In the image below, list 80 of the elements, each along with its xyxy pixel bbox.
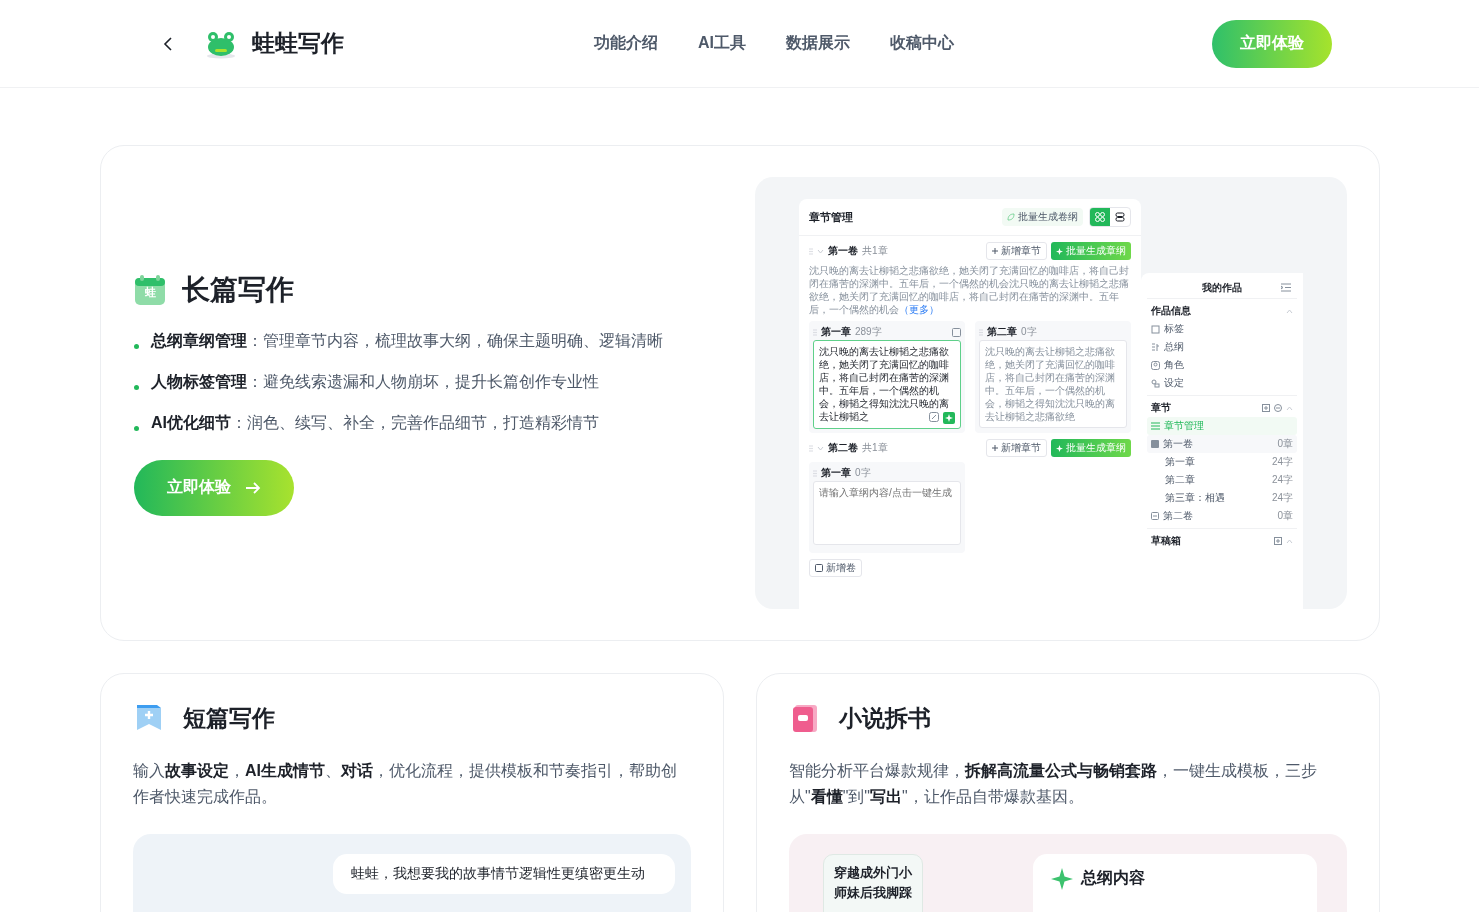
person-icon bbox=[1151, 360, 1160, 370]
sparkle-icon bbox=[1051, 868, 1073, 890]
caret-icon[interactable] bbox=[1286, 308, 1293, 314]
nav-link[interactable]: 数据展示 bbox=[786, 33, 850, 54]
list-icon bbox=[1151, 422, 1160, 430]
sparkle-icon bbox=[1056, 444, 1063, 452]
word-count: 0字 bbox=[855, 466, 871, 480]
plus-icon bbox=[992, 248, 998, 254]
caret-icon[interactable] bbox=[1286, 538, 1293, 544]
feature-text: AI优化细节：润色、续写、补全，完善作品细节，打造精彩情节 bbox=[151, 412, 599, 433]
chapter-outline-field[interactable]: 请输入章纲内容/点击一键生成 bbox=[813, 481, 961, 545]
sparkle-button[interactable] bbox=[943, 412, 955, 424]
chat-bubble: 蛙蛙，我想要我的故事情节逻辑性更缜密更生动 bbox=[333, 854, 675, 894]
bullet-icon bbox=[134, 425, 139, 431]
sidebar-item[interactable]: 第一章 24字 bbox=[1147, 453, 1297, 471]
volume-summary: 沈只晚的离去让柳韬之悲痛欲绝，她关闭了充满回忆的咖啡店，将自己封闭在痛苦的深渊中。五年后，一个偶然的机会沈只晚的离去让柳韬之悲痛欲绝，她关闭了充满回忆的咖啡店，将自己封闭在痛苦的深渊中。五年后，一个偶然的机会（更多） bbox=[809, 264, 1130, 316]
chapter-card[interactable]: 第一章 0字 请输入章纲内容/点击一键生成 bbox=[809, 462, 965, 553]
outline-title: 总纲内容 bbox=[1081, 868, 1145, 888]
section-heading: 草稿箱 bbox=[1151, 534, 1181, 548]
section-heading: 作品信息 bbox=[1151, 304, 1191, 318]
nav-link[interactable]: AI工具 bbox=[698, 33, 746, 54]
minus-icon[interactable] bbox=[1274, 404, 1282, 412]
feature-text: 人物标签管理：避免线索遗漏和人物崩坏，提升长篇创作专业性 bbox=[151, 371, 599, 392]
add-volume-button[interactable]: 新增卷 bbox=[809, 559, 862, 577]
edit-icon[interactable] bbox=[929, 412, 939, 422]
word-count: 289字 bbox=[855, 325, 882, 339]
chapter-count: 共1章 bbox=[862, 441, 888, 455]
panel-title: 章节管理 bbox=[809, 209, 853, 225]
section-title: 长篇写作 bbox=[182, 272, 294, 307]
sidebar-item[interactable]: 角色 bbox=[1147, 356, 1297, 374]
volume-title: 第一卷 bbox=[828, 244, 858, 258]
sidebar-item[interactable]: 设定 bbox=[1147, 374, 1297, 392]
sidebar-item[interactable]: 总纲 bbox=[1147, 338, 1297, 356]
collapse-icon[interactable] bbox=[1281, 283, 1291, 292]
sidebar-item[interactable]: 第一卷 0章 bbox=[1147, 435, 1297, 453]
section-title: 短篇写作 bbox=[183, 703, 275, 733]
section-title: 小说拆书 bbox=[839, 703, 931, 733]
caret-icon[interactable] bbox=[817, 248, 824, 254]
note-icon[interactable] bbox=[952, 327, 961, 337]
leaf-icon bbox=[1007, 213, 1015, 221]
volume-title: 第二卷 bbox=[828, 441, 858, 455]
caret-icon[interactable] bbox=[1286, 405, 1293, 411]
grid-icon bbox=[1095, 212, 1105, 222]
more-link[interactable]: （更多） bbox=[899, 304, 939, 315]
feature-text: 总纲章纲管理：管理章节内容，梳理故事大纲，确保主题明确、逻辑清晰 bbox=[151, 330, 663, 351]
nav-link[interactable]: 收稿中心 bbox=[890, 33, 954, 54]
add-icon[interactable] bbox=[1274, 537, 1282, 545]
bullet-icon bbox=[134, 343, 139, 349]
book-title-tag: 穿越成外门小师妹后我脚踩 bbox=[823, 854, 923, 912]
chapter-title: 第一章 bbox=[821, 466, 851, 480]
batch-volume-button[interactable]: 批量生成卷纲 bbox=[1002, 208, 1083, 226]
bullet-icon bbox=[134, 384, 139, 390]
feature-description: 输入故事设定，AI生成情节、对话，优化流程，提供模板和节奏指引，帮助创作者快速完成作品。 bbox=[133, 761, 678, 807]
feature-description: 智能分析平台爆款规律，拆解高流量公式与畅销套路，一键生成模板，三步从"看懂"到"写出"，让作品自带爆款基因。 bbox=[789, 761, 1318, 807]
list-icon bbox=[1115, 212, 1125, 222]
caret-icon[interactable] bbox=[817, 445, 824, 451]
add-icon[interactable] bbox=[1262, 404, 1270, 412]
setting-icon bbox=[1151, 378, 1160, 388]
add-chapter-button[interactable]: 新增章节 bbox=[986, 439, 1047, 457]
chapter-title: 第一章 bbox=[821, 325, 851, 339]
sidebar-title: 我的作品 bbox=[1202, 280, 1242, 295]
sidebar-item[interactable]: 标签 bbox=[1147, 320, 1297, 338]
nav-link[interactable]: 功能介绍 bbox=[594, 33, 658, 54]
chapter-outline-field[interactable]: 沈只晚的离去让柳韬之悲痛欲绝，她关闭了充满回忆的咖啡店，将自己封闭在痛苦的深渊中。五年后，一个偶然的机会，柳韬之得知沈沈只晚的离去让柳韬之 bbox=[813, 340, 961, 429]
sparkle-icon bbox=[1056, 247, 1063, 255]
word-count: 0字 bbox=[1021, 325, 1037, 339]
arrow-right-icon bbox=[245, 480, 261, 495]
add-chapter-button[interactable]: 新增章节 bbox=[986, 242, 1047, 260]
section-heading: 章节 bbox=[1151, 401, 1171, 415]
chapter-outline-field[interactable]: 沈只晚的离去让柳韬之悲痛欲绝，她关闭了充满回忆的咖啡店，将自己封闭在痛苦的深渊中。五年后，一个偶然的机会，柳韬之得知沈沈只晚的离去让柳韬之悲痛欲绝 bbox=[979, 340, 1127, 428]
sidebar-item[interactable]: 第二章 24字 bbox=[1147, 471, 1297, 489]
sidebar-item[interactable]: 第二卷 0章 bbox=[1147, 507, 1297, 525]
sidebar-item[interactable]: 第三章：相遇 24字 bbox=[1147, 489, 1297, 507]
chapter-card[interactable]: 第一章 289字 沈只晚的离去让柳韬之悲痛欲绝，她关闭了充满回忆的咖啡店，将自己封闭在痛苦的深渊中。五年后，一个偶然的机会，柳韬之得知沈沈只晚的离去让柳韬之 bbox=[809, 321, 965, 433]
brand-name: 蛙蛙写作 bbox=[252, 29, 344, 58]
outline-icon bbox=[1151, 342, 1160, 352]
chapter-count: 共1章 bbox=[862, 244, 888, 258]
chapter-title: 第二章 bbox=[987, 325, 1017, 339]
plus-icon bbox=[992, 445, 998, 451]
chapter-card[interactable]: 第二章 0字 沈只晚的离去让柳韬之悲痛欲绝，她关闭了充满回忆的咖啡店，将自己封闭在痛苦的深渊中。五年后，一个偶然的机会，柳韬之得知沈沈只晚的离去让柳韬之悲痛欲绝 bbox=[975, 321, 1131, 433]
